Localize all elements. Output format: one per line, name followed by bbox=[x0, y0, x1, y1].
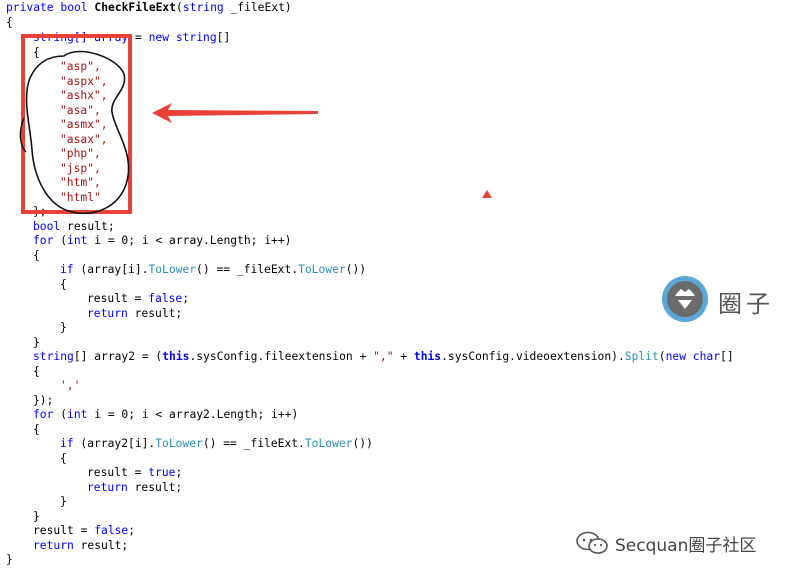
array2-declaration: string[] array2 = (this.sysConfig.fileex… bbox=[33, 350, 734, 363]
footer-text: Secquan圈子社区 bbox=[615, 535, 757, 556]
hat-person-icon bbox=[662, 276, 708, 322]
brace-open: { bbox=[60, 278, 67, 291]
method-signature: private bool CheckFileExt(string _fileEx… bbox=[6, 1, 292, 14]
brace-open: { bbox=[33, 423, 40, 436]
comma-char-literal: ',' bbox=[60, 379, 81, 392]
watermark-brand: 圈子 bbox=[718, 290, 774, 318]
if-statement-1: if (array[i].ToLower() == _fileExt.ToLow… bbox=[60, 263, 367, 276]
result-declaration: bool result; bbox=[33, 220, 115, 233]
return-statement: return result; bbox=[87, 307, 183, 320]
footer-badge: Secquan圈子社区 bbox=[575, 531, 757, 556]
brace-close: } bbox=[6, 553, 13, 566]
brace-open: { bbox=[60, 452, 67, 465]
for-loop-2: for (int i = 0; i < array2.Length; i++) bbox=[33, 408, 299, 421]
brace-close: } bbox=[33, 510, 40, 523]
highlight-box bbox=[21, 34, 132, 214]
array2-close: }); bbox=[33, 394, 54, 407]
brace-close: } bbox=[60, 495, 67, 508]
return-statement: return result; bbox=[87, 481, 183, 494]
brace-close: } bbox=[60, 321, 67, 334]
brace-close: } bbox=[33, 336, 40, 349]
brace-open: { bbox=[33, 249, 40, 262]
assign-false-final: result = false; bbox=[33, 524, 136, 537]
brace-open: { bbox=[33, 365, 40, 378]
if-statement-2: if (array2[i].ToLower() == _fileExt.ToLo… bbox=[60, 437, 373, 450]
return-statement: return result; bbox=[33, 539, 129, 552]
for-loop-1: for (int i = 0; i < array.Length; i++) bbox=[33, 234, 292, 247]
brace-open: { bbox=[6, 16, 13, 29]
wechat-icon bbox=[576, 531, 608, 554]
assign-true: result = true; bbox=[87, 466, 183, 479]
assign-false: result = false; bbox=[87, 292, 190, 305]
